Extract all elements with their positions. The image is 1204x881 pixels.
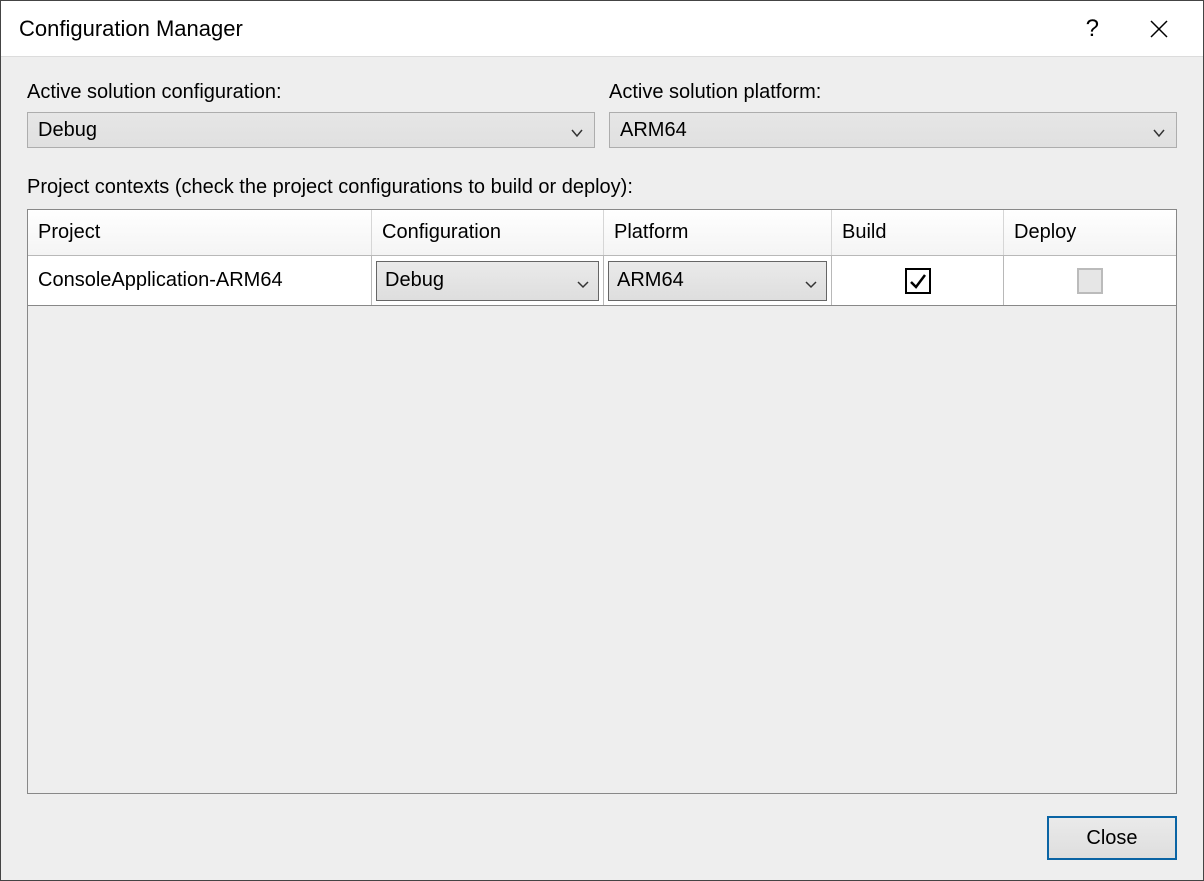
config-cell: Debug xyxy=(372,256,604,305)
dialog-footer: Close xyxy=(27,794,1177,860)
content-area: Active solution configuration: Debug Act… xyxy=(1,57,1203,880)
column-header-project[interactable]: Project xyxy=(28,210,372,255)
active-config-label: Active solution configuration: xyxy=(27,81,595,104)
active-platform-col: Active solution platform: ARM64 xyxy=(609,81,1177,148)
active-config-combo[interactable]: Debug xyxy=(27,112,595,148)
project-name-cell: ConsoleApplication-ARM64 xyxy=(28,256,372,305)
row-config-value: Debug xyxy=(385,269,444,292)
column-header-build[interactable]: Build xyxy=(832,210,1004,255)
chevron-down-icon xyxy=(1152,123,1166,137)
chevron-down-icon xyxy=(570,123,584,137)
row-platform-combo[interactable]: ARM64 xyxy=(608,261,827,301)
build-cell xyxy=(832,256,1004,305)
row-config-combo[interactable]: Debug xyxy=(376,261,599,301)
column-header-configuration[interactable]: Configuration xyxy=(372,210,604,255)
active-config-col: Active solution configuration: Debug xyxy=(27,81,595,148)
active-platform-label: Active solution platform: xyxy=(609,81,1177,104)
build-checkbox[interactable] xyxy=(905,268,931,294)
project-contexts-label: Project contexts (check the project conf… xyxy=(27,176,1177,199)
chevron-down-icon xyxy=(576,274,590,288)
table-row: ConsoleApplication-ARM64 Debug ARM64 xyxy=(28,256,1176,306)
active-platform-value: ARM64 xyxy=(620,119,687,142)
grid-body: ConsoleApplication-ARM64 Debug ARM64 xyxy=(28,256,1176,793)
window-title: Configuration Manager xyxy=(19,16,243,42)
chevron-down-icon xyxy=(804,274,818,288)
help-icon[interactable]: ? xyxy=(1086,15,1099,43)
active-config-value: Debug xyxy=(38,119,97,142)
platform-cell: ARM64 xyxy=(604,256,832,305)
deploy-cell xyxy=(1004,256,1176,305)
row-platform-value: ARM64 xyxy=(617,269,684,292)
configuration-manager-window: Configuration Manager ? Active solution … xyxy=(0,0,1204,881)
project-contexts-grid: Project Configuration Platform Build Dep… xyxy=(27,209,1177,794)
column-header-platform[interactable]: Platform xyxy=(604,210,832,255)
column-header-deploy[interactable]: Deploy xyxy=(1004,210,1176,255)
titlebar: Configuration Manager ? xyxy=(1,1,1203,57)
deploy-checkbox xyxy=(1077,268,1103,294)
close-icon[interactable] xyxy=(1149,19,1169,39)
close-button[interactable]: Close xyxy=(1047,816,1177,860)
titlebar-controls: ? xyxy=(1086,15,1191,43)
grid-header: Project Configuration Platform Build Dep… xyxy=(28,210,1176,256)
solution-selectors-row: Active solution configuration: Debug Act… xyxy=(27,81,1177,148)
active-platform-combo[interactable]: ARM64 xyxy=(609,112,1177,148)
